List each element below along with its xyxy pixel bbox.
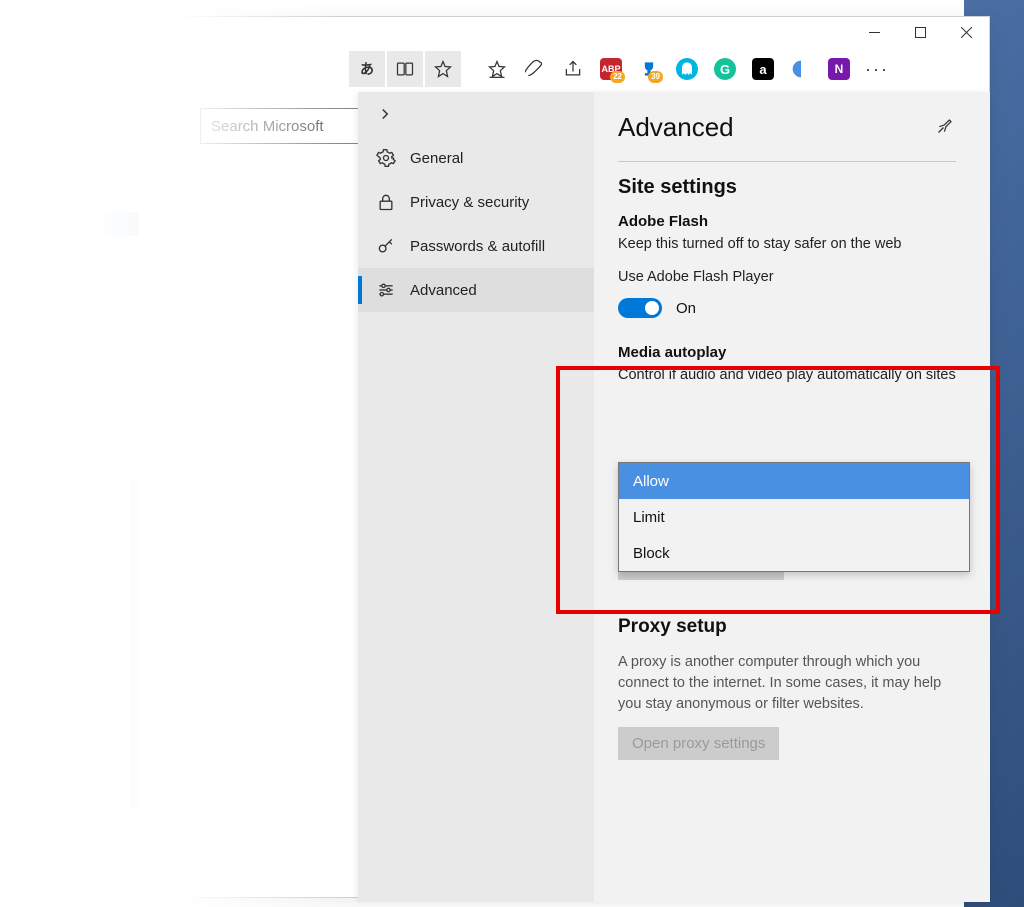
window-minimize-button[interactable] — [851, 17, 897, 47]
page-title: Advanced — [618, 112, 734, 143]
nav-item-advanced[interactable]: Advanced — [358, 268, 594, 312]
window-close-button[interactable] — [943, 17, 989, 47]
flash-toggle-label: Use Adobe Flash Player — [618, 267, 956, 288]
more-menu-button[interactable]: ··· — [859, 51, 895, 87]
proxy-block: Proxy setup A proxy is another computer … — [618, 616, 956, 760]
window-titlebar — [139, 17, 989, 47]
ghost-extension-icon[interactable] — [669, 51, 705, 87]
search-placeholder-text: Search Microsoft — [211, 118, 324, 135]
search-input[interactable]: Search Microsoft — [200, 108, 362, 144]
favorite-star-icon[interactable] — [425, 51, 461, 87]
window-maximize-button[interactable] — [897, 17, 943, 47]
settings-nav: General Privacy & security Passwords & a… — [358, 92, 594, 902]
nav-label: Privacy & security — [410, 194, 529, 211]
flash-title: Adobe Flash — [618, 213, 956, 230]
proxy-title: Proxy setup — [618, 616, 956, 638]
onenote-extension-icon[interactable]: N — [821, 51, 857, 87]
nav-item-general[interactable]: General — [358, 136, 594, 180]
proxy-description: A proxy is another computer through whic… — [618, 652, 956, 715]
comparison-extension-icon[interactable] — [783, 51, 819, 87]
nav-label: Advanced — [410, 282, 477, 299]
browser-toolbar: あ ABP22 39 — [139, 47, 989, 91]
adobe-flash-block: Adobe Flash Keep this turned off to stay… — [618, 213, 956, 318]
lock-icon — [376, 192, 396, 212]
gear-icon — [376, 148, 396, 168]
pin-icon[interactable] — [936, 115, 956, 140]
nav-label: General — [410, 150, 463, 167]
nav-back-button[interactable] — [358, 92, 594, 136]
autoplay-option-limit[interactable]: Limit — [619, 499, 969, 535]
nav-item-passwords[interactable]: Passwords & autofill — [358, 224, 594, 268]
share-icon[interactable] — [555, 51, 591, 87]
flash-description: Keep this turned off to stay safer on th… — [618, 234, 956, 255]
favorites-hub-icon[interactable] — [479, 51, 515, 87]
autoplay-title: Media autoplay — [618, 344, 956, 361]
grammarly-extension-icon[interactable]: G — [707, 51, 743, 87]
divider — [618, 161, 956, 162]
adblock-extension-icon[interactable]: ABP22 — [593, 51, 629, 87]
sliders-icon — [376, 280, 396, 300]
nav-item-privacy[interactable]: Privacy & security — [358, 180, 594, 224]
flash-toggle[interactable] — [618, 298, 662, 318]
settings-panel: General Privacy & security Passwords & a… — [358, 92, 990, 902]
reading-view-icon[interactable] — [387, 51, 423, 87]
section-heading-site-settings: Site settings — [618, 176, 956, 199]
notes-pen-icon[interactable] — [517, 51, 553, 87]
flash-toggle-state: On — [676, 300, 696, 317]
trophy-extension-icon[interactable]: 39 — [631, 51, 667, 87]
key-icon — [376, 236, 396, 256]
autoplay-option-allow[interactable]: Allow — [619, 463, 969, 499]
autoplay-dropdown[interactable]: Allow Limit Block — [618, 462, 970, 572]
autoplay-option-block[interactable]: Block — [619, 535, 969, 571]
translate-icon[interactable]: あ — [349, 51, 385, 87]
amazon-extension-icon[interactable]: a — [745, 51, 781, 87]
open-proxy-settings-button[interactable]: Open proxy settings — [618, 727, 779, 760]
autoplay-description: Control if audio and video play automati… — [618, 365, 956, 386]
nav-label: Passwords & autofill — [410, 238, 545, 255]
